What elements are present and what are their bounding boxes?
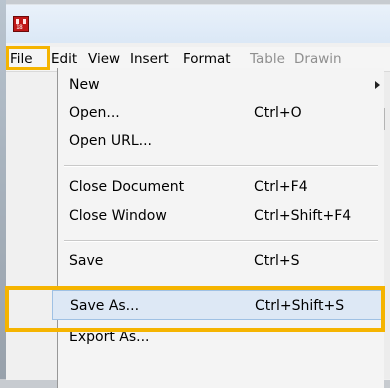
menu-item-label: Close Document	[69, 179, 185, 195]
menu-item-label: Open URL...	[69, 133, 152, 149]
document-edge	[384, 72, 390, 379]
menu-item-label: Save	[69, 253, 104, 269]
menu-item-shortcut: Ctrl+Shift+F4	[254, 208, 352, 224]
menu-item-label: Close Window	[69, 208, 167, 224]
menu-item-new[interactable]: New	[58, 70, 384, 100]
menu-format[interactable]: Format	[183, 50, 231, 68]
menu-table[interactable]: Table	[250, 50, 285, 68]
save-as-annotation	[5, 286, 385, 332]
menu-item-open[interactable]: Open... Ctrl+O	[58, 98, 384, 128]
menu-item-close-document[interactable]: Close Document Ctrl+F4	[58, 172, 384, 202]
menu-item-shortcut: Ctrl+F4	[254, 179, 308, 195]
menu-item-shortcut: Ctrl+O	[254, 105, 302, 121]
menu-item-save[interactable]: Save Ctrl+S	[58, 246, 384, 276]
menu-view[interactable]: View	[88, 50, 120, 68]
submenu-arrow-icon	[375, 81, 380, 89]
menu-item-label: Open...	[69, 105, 120, 121]
file-dropdown-menu: New Open... Ctrl+O Open URL... Close Doc…	[52, 68, 384, 388]
document-edge-mark	[384, 108, 390, 130]
menu-item-close-window[interactable]: Close Window Ctrl+Shift+F4	[58, 201, 384, 231]
menu-separator	[64, 165, 378, 167]
menu-item-label: New	[69, 77, 100, 93]
menu-item-open-url[interactable]: Open URL...	[58, 126, 384, 156]
menu-insert[interactable]: Insert	[130, 50, 169, 68]
menu-edit[interactable]: Edit	[51, 50, 77, 68]
app-icon-number: 18	[16, 24, 23, 31]
menu-drawing[interactable]: Drawin	[294, 50, 342, 68]
title-bar: 18	[6, 5, 390, 43]
editor-app-icon[interactable]: 18	[13, 16, 29, 32]
menu-separator	[64, 240, 378, 242]
file-menu-annotation	[6, 46, 50, 70]
menu-item-shortcut: Ctrl+S	[254, 253, 300, 269]
